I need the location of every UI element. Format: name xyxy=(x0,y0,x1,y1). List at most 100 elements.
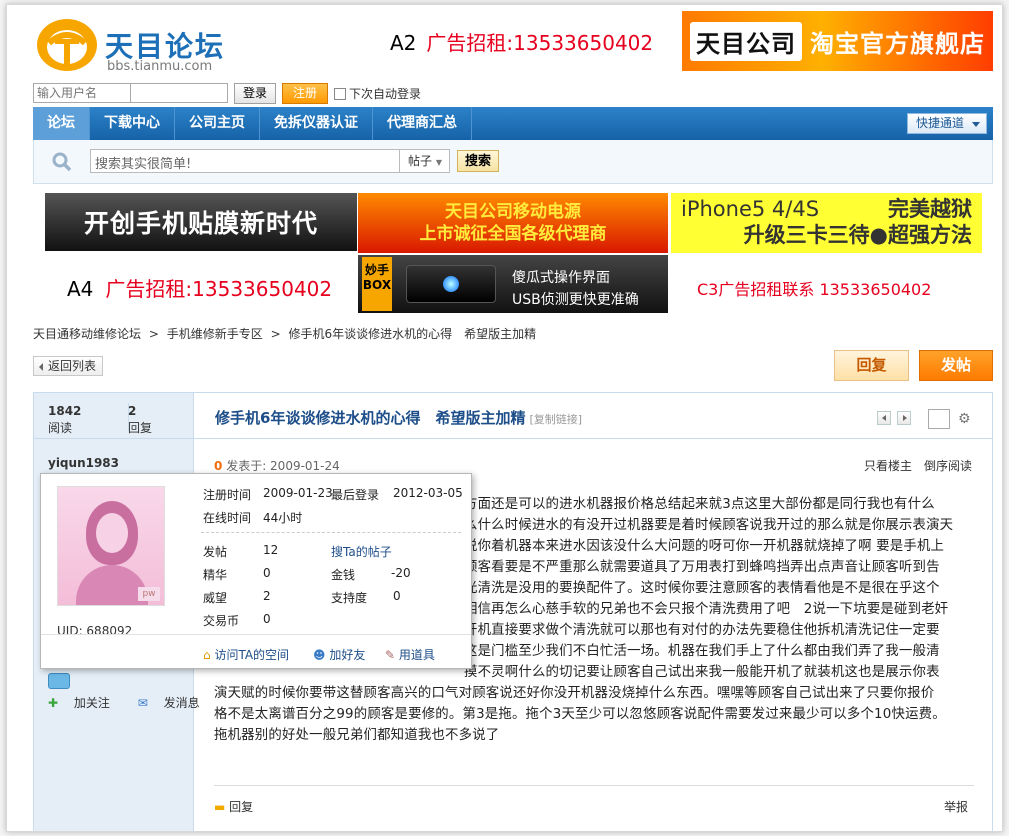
reg-value: 2009-01-23 xyxy=(263,486,333,500)
ad-iphone-model: iPhone5 4/4S xyxy=(681,197,820,221)
posts-label: 发帖 xyxy=(203,545,228,559)
message-button[interactable]: ✉ 发消息 xyxy=(138,696,212,710)
page-jump-box[interactable] xyxy=(928,409,950,429)
ad-taobao-banner[interactable]: 天目公司 淘宝官方旗舰店 xyxy=(682,11,993,71)
avatar-watermark: pw xyxy=(138,587,160,601)
main-nav: 论坛 下载中心 公司主页 免拆仪器认证 代理商汇总 快捷通道 xyxy=(33,107,993,140)
wrench-icon[interactable]: ⚙ xyxy=(958,411,971,427)
foot-reply-button[interactable]: ▬ 回复 xyxy=(214,798,253,815)
report-link[interactable]: 举报 xyxy=(944,798,968,815)
back-to-list-button[interactable]: 返回列表 xyxy=(33,356,104,376)
ad-a4[interactable]: A4 广告招租:13533650402 xyxy=(67,273,332,302)
ad-a4-text: 广告招租:13533650402 xyxy=(105,277,333,301)
online-value: 44小时 xyxy=(263,511,303,525)
post-date: 发表于: 2009-01-24 xyxy=(226,459,340,473)
logo-icon xyxy=(37,19,97,71)
home-icon: ⌂ xyxy=(203,648,211,662)
floor-number: 0 xyxy=(214,459,223,473)
user-uid: UID: 688092 xyxy=(57,624,133,638)
nav-item-download[interactable]: 下载中心 xyxy=(90,107,175,140)
reply-button[interactable]: 回复 xyxy=(834,350,909,381)
online-label: 在线时间 xyxy=(203,511,252,525)
remember-checkbox[interactable] xyxy=(334,87,347,100)
login-button[interactable]: 登录 xyxy=(234,82,277,104)
thread-header: 1842 阅读 2 回复 修手机6年谈谈修进水机的心得 希望版主加精 [复制链接] ⚙ xyxy=(34,393,992,439)
quick-access-dropdown[interactable]: 快捷通道 xyxy=(906,113,987,134)
remember-login[interactable]: 下次自动登录 xyxy=(334,85,421,102)
only-author-link[interactable]: 只看楼主 xyxy=(864,459,912,473)
search-bar: 搜索其实很简单! 帖子 ▼ 搜索 xyxy=(33,140,993,184)
breadcrumb-thread[interactable]: 修手机6年谈谈修进水机的心得 希望版主加精 xyxy=(288,327,536,341)
nav-item-company[interactable]: 公司主页 xyxy=(175,107,260,140)
use-item-label: 用道具 xyxy=(398,648,435,662)
search-type-value: 帖子 xyxy=(408,154,433,168)
reverse-order-link[interactable]: 倒序阅读 xyxy=(924,459,972,473)
ad-a4-label: A4 xyxy=(67,277,94,301)
ad-power-bank-line2: 上市诚征全国各级代理商 xyxy=(419,224,607,244)
ad-a2-label: A2 xyxy=(390,31,417,55)
visit-space-label: 访问TA的空间 xyxy=(214,648,290,662)
post-links: 只看楼主 倒序阅读 xyxy=(852,457,972,474)
username-input[interactable] xyxy=(33,83,131,103)
breadcrumb-section[interactable]: 手机维修新手专区 xyxy=(167,327,263,341)
ad-box-tag: 妙手BOX xyxy=(362,257,392,311)
new-post-button[interactable]: 发帖 xyxy=(919,350,993,381)
search-input[interactable]: 搜索其实很简单! xyxy=(90,149,400,173)
replies-count: 2 xyxy=(128,404,137,418)
foot-reply-label: 回复 xyxy=(229,800,254,814)
author-name[interactable]: yiqun1983 xyxy=(48,456,119,470)
support-label: 支持度 xyxy=(331,591,368,605)
device-image xyxy=(406,265,496,303)
ad-power-bank-line1: 天目公司移动电源 xyxy=(445,202,581,222)
add-friend-link[interactable]: ☻ 加好友 xyxy=(313,646,365,663)
nav-item-agents[interactable]: 代理商汇总 xyxy=(373,107,472,140)
nav-item-certification[interactable]: 免拆仪器认证 xyxy=(260,107,373,140)
nav-item-forum[interactable]: 论坛 xyxy=(33,107,90,140)
use-item-link[interactable]: ✎ 用道具 xyxy=(385,646,435,663)
password-input[interactable] xyxy=(130,83,228,103)
add-friend-label: 加好友 xyxy=(329,648,366,662)
reg-label: 注册时间 xyxy=(203,488,252,502)
avatar[interactable]: pw xyxy=(57,486,165,606)
ad-box-line1: 傻瓜式操作界面 xyxy=(512,270,610,286)
ad-screen-film[interactable]: 开创手机贴膜新时代 xyxy=(45,193,357,251)
money-value: -20 xyxy=(391,566,411,580)
breadcrumb-separator: > xyxy=(148,327,159,341)
coin-value: 0 xyxy=(263,612,271,626)
digest-label: 精华 xyxy=(203,568,228,582)
views-label: 阅读 xyxy=(48,421,73,435)
prev-thread-icon[interactable] xyxy=(877,411,891,425)
users-icon: ☻ xyxy=(313,648,326,662)
ad-a2-text: 广告招租:13533650402 xyxy=(426,31,654,55)
copy-link[interactable]: [复制链接] xyxy=(529,413,582,426)
author-actions: ✚ 加关注 ✉ 发消息 xyxy=(48,694,224,711)
logo-url: bbs.tianmu.com xyxy=(107,59,213,74)
register-button[interactable]: 注册 xyxy=(282,82,329,104)
ad-a2[interactable]: A2 广告招租:13533650402 xyxy=(390,27,653,56)
money-label: 金钱 xyxy=(331,568,356,582)
visit-space-link[interactable]: ⌂ 访问TA的空间 xyxy=(203,646,289,663)
site-logo[interactable]: 天目论坛 bbs.tianmu.com xyxy=(35,17,235,77)
divider xyxy=(41,634,471,635)
search-button[interactable]: 搜索 xyxy=(457,150,500,172)
thread-title: 修手机6年谈谈修进水机的心得 希望版主加精 [复制链接] xyxy=(215,407,582,428)
breadcrumb-home[interactable]: 天目通移动维修论坛 xyxy=(33,327,141,341)
remember-label: 下次自动登录 xyxy=(349,86,422,101)
search-user-posts-link[interactable]: 搜Ta的帖子 xyxy=(331,543,392,560)
ad-power-bank[interactable]: 天目公司移动电源 上市诚征全国各级代理商 xyxy=(358,193,668,253)
thread-title-text: 修手机6年谈谈修进水机的心得 希望版主加精 xyxy=(215,409,526,427)
last-login-value: 2012-03-05 xyxy=(393,486,463,500)
search-type-select[interactable]: 帖子 ▼ xyxy=(400,149,450,173)
ad-taobao-brand: 天目公司 xyxy=(690,21,802,61)
ad-c3[interactable]: C3广告招租联系 13533650402 xyxy=(697,276,931,300)
ad-iphone-jailbreak[interactable]: iPhone5 4/4S 完美越狱 升级三卡三待●超强方法 xyxy=(671,193,982,253)
ad-box-device[interactable]: 妙手BOX 傻瓜式操作界面 USB侦测更快更准确 xyxy=(358,255,668,313)
user-profile-popup: pw UID: 688092 注册时间 2009-01-23 最后登录 2012… xyxy=(40,473,472,669)
next-thread-icon[interactable] xyxy=(897,411,911,425)
follow-button[interactable]: ✚ 加关注 xyxy=(48,696,122,710)
digest-value: 0 xyxy=(263,566,271,580)
breadcrumb-separator: > xyxy=(270,327,281,341)
post-footer: ▬ 回复 举报 xyxy=(214,785,974,815)
ad-box-line2: USB侦测更快更准确 xyxy=(512,292,639,308)
post-line: 拖机器别的好处一般兄弟们都知道我也不多说了 xyxy=(214,728,500,743)
